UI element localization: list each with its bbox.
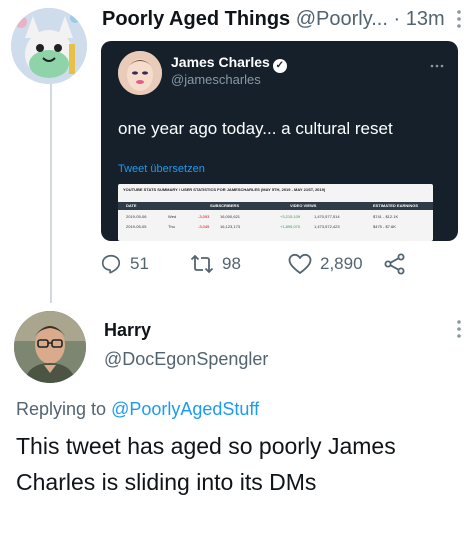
reply-author-handle[interactable]: @DocEgonSpengler (104, 349, 268, 370)
reply-icon (101, 254, 121, 274)
stats-cell: 2019-05-06 (126, 214, 147, 219)
embedded-author-handle: @jamescharles (171, 72, 261, 87)
stats-title: YOUTUBE STATS SUMMARY / USER STATISTICS … (123, 187, 326, 192)
stats-cell: $475 - $7.6K (373, 224, 396, 229)
reply-count: 51 (130, 254, 149, 273)
share-button[interactable] (384, 253, 414, 275)
tweet-author-avatar[interactable] (11, 8, 87, 84)
stats-col-subscribers: SUBSCRIBERS (210, 203, 240, 208)
stats-cell: 1,473,572,423 (314, 224, 340, 229)
replying-to-link[interactable]: @PoorlyAgedStuff (111, 399, 259, 419)
stats-cell: $741 - $12.1K (373, 214, 399, 219)
replying-to-line: Replying to @PoorlyAgedStuff (16, 399, 259, 420)
stats-row: 2019-05-06 Wed -3,093 16,000,621 +3,215,… (118, 213, 433, 222)
embedded-tweet-image[interactable]: James Charles ✓ @jamescharles one year ag… (101, 41, 458, 241)
stats-cell: -3,045 (198, 224, 210, 229)
like-count: 2,890 (320, 254, 363, 273)
stats-cell: +3,215,109 (280, 214, 301, 219)
stats-cell: 1,470,577,514 (314, 214, 340, 219)
share-icon (384, 253, 405, 275)
embedded-author-avatar (118, 51, 162, 95)
reply-author-name[interactable]: Harry (104, 320, 151, 341)
like-icon (288, 253, 312, 274)
stats-col-views: VIDEO VIEWS (290, 203, 317, 208)
stats-row: 2019-05-05 Thu -3,045 16,123,173 +1,895,… (118, 223, 433, 232)
retweet-count: 98 (222, 254, 241, 273)
cartoon-avatar-image (11, 8, 87, 84)
reply-tweet-text: This tweet has aged so poorly James Char… (16, 433, 396, 495)
like-button[interactable]: 2,890 (288, 253, 363, 275)
stats-cell: Thu (168, 224, 175, 229)
tweet-author-name[interactable]: Poorly Aged Things (102, 8, 290, 30)
stats-cell: 16,123,173 (220, 224, 241, 229)
stats-cell: 16,000,621 (220, 214, 241, 219)
stats-cell: +1,895,070 (280, 224, 301, 229)
thread-connector-line (50, 84, 52, 303)
embedded-author-name: James Charles ✓ (171, 54, 287, 73)
stats-col-earnings: ESTIMATED EARNINGS (373, 203, 419, 208)
reply-button[interactable]: 51 (100, 253, 149, 275)
tweet-header: Poorly Aged Things @Poorly... · 13m (102, 8, 445, 31)
retweet-button[interactable]: 98 (190, 253, 241, 275)
tweet-author-handle[interactable]: @Poorly... (296, 8, 388, 30)
tweet-separator: · (393, 8, 401, 30)
stats-cell: -3,093 (198, 214, 210, 219)
more-horizontal-icon (430, 55, 444, 73)
replying-prefix: Replying to (16, 399, 107, 419)
stats-cell: Wed (168, 214, 177, 219)
stats-header-row: DATE SUBSCRIBERS VIDEO VIEWS ESTIMATED E… (118, 202, 433, 210)
reply-author-avatar[interactable] (14, 311, 86, 383)
person-avatar-image (14, 311, 86, 383)
verified-icon: ✓ (272, 59, 287, 73)
tweet-time[interactable]: 13m (406, 8, 445, 30)
embedded-tweet-text: one year ago today... a cultural reset (118, 119, 393, 138)
translate-link: Tweet übersetzen (118, 163, 205, 175)
stats-cell: 2019-05-05 (126, 224, 147, 229)
tweet-action-bar: 51 98 2,890 (100, 253, 410, 277)
stats-table-image: YOUTUBE STATS SUMMARY / USER STATISTICS … (118, 184, 433, 241)
more-vertical-icon[interactable] (455, 318, 463, 340)
retweet-icon (190, 254, 214, 274)
stats-col-date: DATE (126, 203, 137, 208)
more-vertical-icon[interactable] (455, 8, 463, 30)
